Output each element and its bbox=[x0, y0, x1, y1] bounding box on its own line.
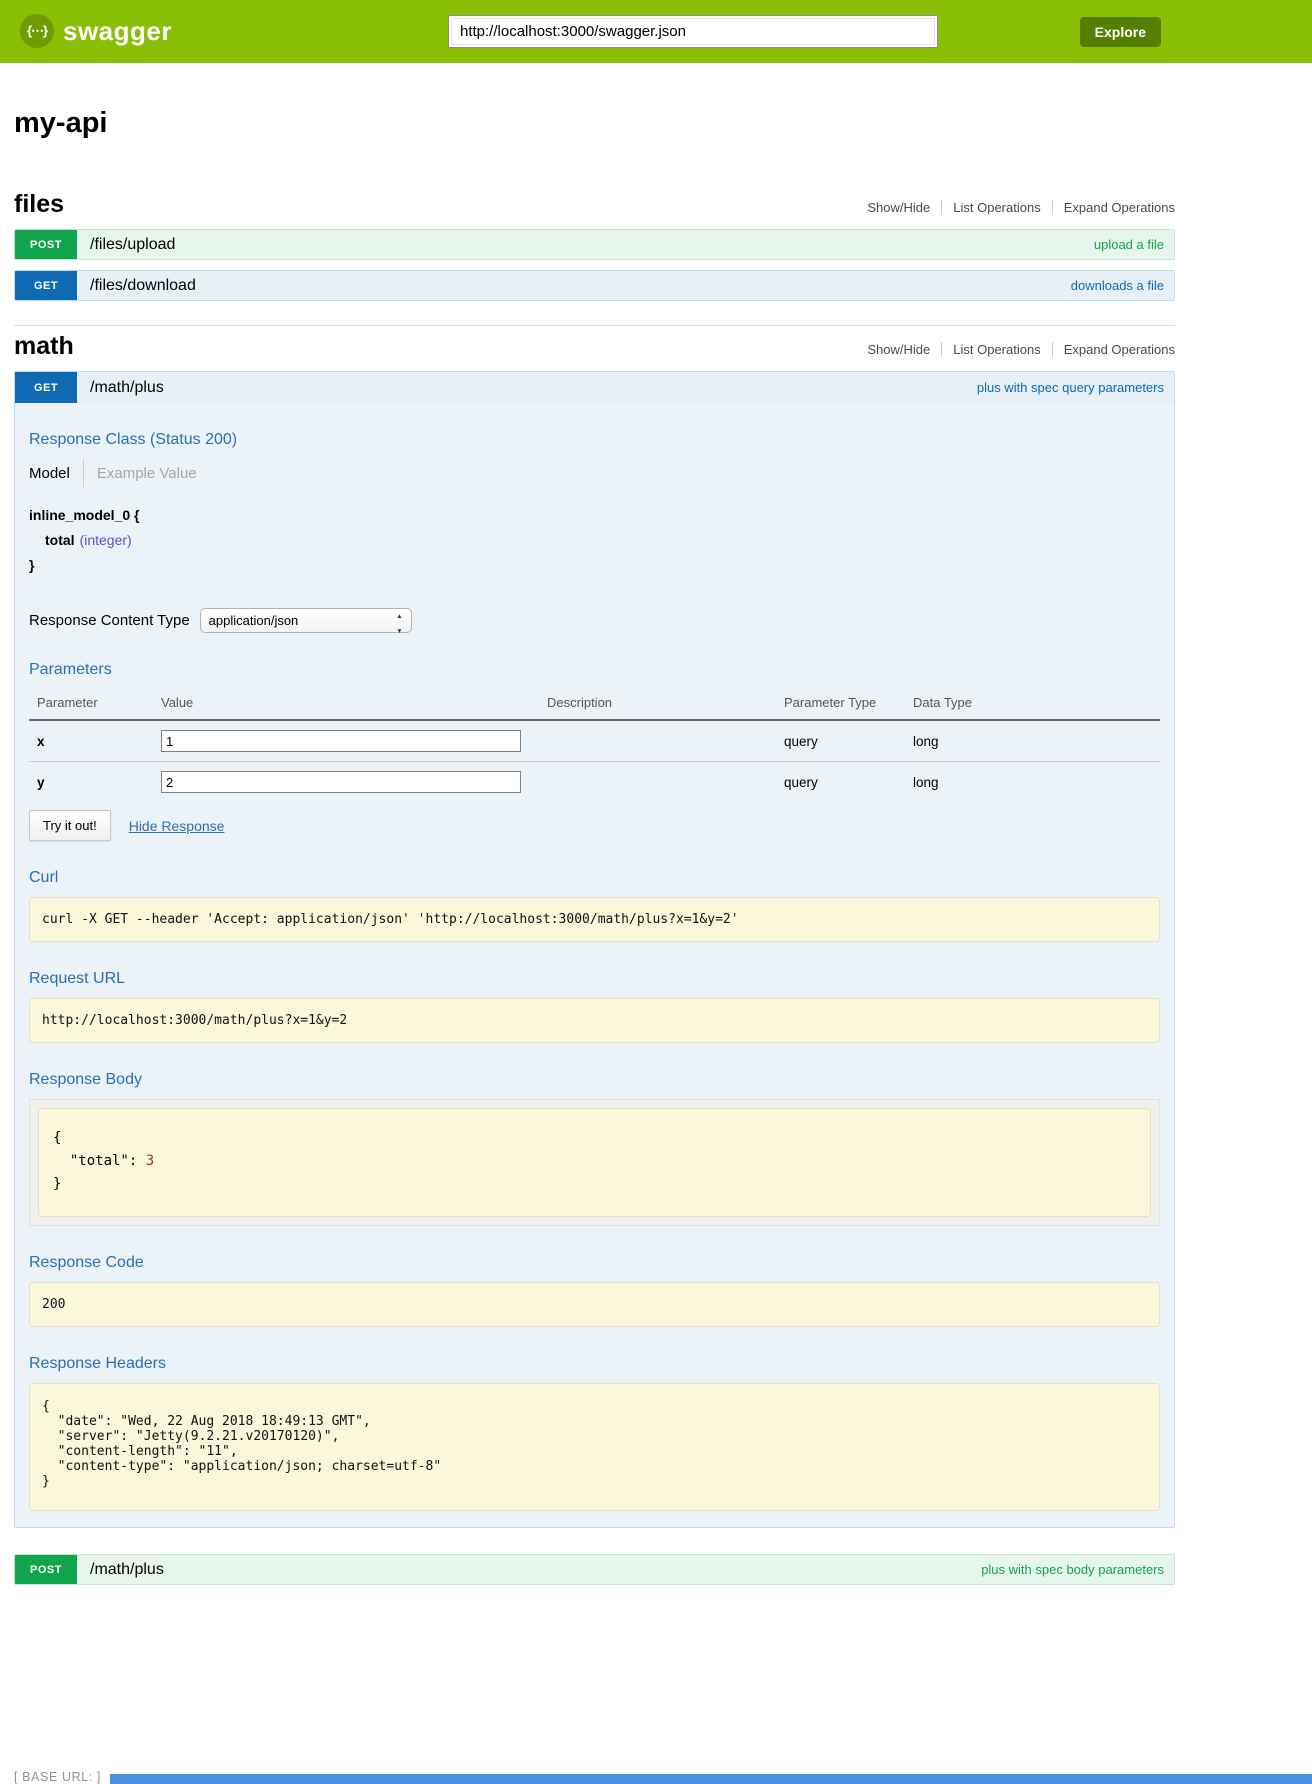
get-badge[interactable]: GET bbox=[15, 271, 77, 300]
op-files-download: GET /files/download downloads a file bbox=[14, 270, 1175, 301]
parameter-row-y: y query long bbox=[29, 762, 1160, 803]
json-line: "total": 3 bbox=[53, 1150, 1136, 1173]
param-x-data-type: long bbox=[913, 720, 1160, 762]
expand-operations-link[interactable]: Expand Operations bbox=[1052, 342, 1175, 357]
param-x-input[interactable] bbox=[161, 730, 521, 752]
col-parameter-type: Parameter Type bbox=[784, 689, 913, 720]
request-url-block: http://localhost:3000/math/plus?x=1&y=2 bbox=[29, 998, 1160, 1043]
parameters-header-row: Parameter Value Description Parameter Ty… bbox=[29, 689, 1160, 720]
show-hide-link[interactable]: Show/Hide bbox=[856, 200, 941, 215]
op-content: Response Class (Status 200) Model Exampl… bbox=[15, 403, 1174, 1527]
swagger-braces-icon bbox=[20, 14, 54, 48]
response-code-block: 200 bbox=[29, 1282, 1160, 1327]
request-url-heading: Request URL bbox=[29, 970, 1160, 988]
spec-url-input[interactable] bbox=[451, 18, 935, 45]
model-property: total (integer) bbox=[45, 528, 1160, 553]
select-arrows-icon bbox=[396, 606, 402, 636]
json-line: { bbox=[53, 1127, 1136, 1150]
param-y-input[interactable] bbox=[161, 771, 521, 793]
parameter-row-x: x query long bbox=[29, 720, 1160, 762]
spec-url-wrap bbox=[448, 15, 938, 48]
json-key: "total": bbox=[53, 1153, 146, 1169]
response-class-heading: Response Class (Status 200) bbox=[29, 431, 1160, 449]
bottom-scroll-strip bbox=[110, 1774, 1312, 1784]
op-path-math-plus-get[interactable]: /math/plus bbox=[90, 379, 164, 397]
section-math-title[interactable]: math bbox=[14, 332, 74, 361]
swagger-logo[interactable]: swagger bbox=[20, 14, 172, 48]
get-badge[interactable]: GET bbox=[15, 372, 77, 403]
col-value: Value bbox=[161, 689, 547, 720]
response-code-heading: Response Code bbox=[29, 1254, 1160, 1272]
list-operations-link[interactable]: List Operations bbox=[941, 200, 1051, 215]
selected-content-type: application/json bbox=[209, 613, 397, 628]
param-x-description bbox=[547, 720, 784, 762]
param-name-x: x bbox=[29, 720, 161, 762]
try-row: Try it out! Hide Response bbox=[29, 810, 1160, 841]
section-files-title[interactable]: files bbox=[14, 190, 64, 219]
op-math-plus-post: POST /math/plus plus with spec body para… bbox=[14, 1554, 1175, 1585]
response-headers-heading: Response Headers bbox=[29, 1355, 1160, 1373]
tab-example-value[interactable]: Example Value bbox=[97, 465, 197, 482]
model-tabs: Model Example Value bbox=[29, 459, 1160, 487]
section-divider bbox=[14, 301, 1175, 325]
content-wrap: my-api files Show/HideList OperationsExp… bbox=[14, 107, 1175, 1784]
post-badge[interactable]: POST bbox=[15, 230, 77, 259]
op-path-files-download[interactable]: /files/download bbox=[90, 277, 196, 295]
op-summary-files-download[interactable]: downloads a file bbox=[1071, 278, 1164, 293]
parameters-heading: Parameters bbox=[29, 661, 1160, 679]
param-x-type: query bbox=[784, 720, 913, 762]
explore-button[interactable]: Explore bbox=[1080, 17, 1161, 47]
show-hide-link[interactable]: Show/Hide bbox=[856, 342, 941, 357]
try-it-out-button[interactable]: Try it out! bbox=[29, 810, 111, 841]
parameters-table: Parameter Value Description Parameter Ty… bbox=[29, 689, 1160, 802]
section-files: files Show/HideList OperationsExpand Ope… bbox=[14, 190, 1175, 301]
section-files-head: files Show/HideList OperationsExpand Ope… bbox=[14, 190, 1175, 219]
op-path-math-plus-post[interactable]: /math/plus bbox=[90, 1561, 164, 1579]
top-bar: swagger Explore bbox=[0, 0, 1312, 63]
section-math-controls: Show/HideList OperationsExpand Operation… bbox=[856, 342, 1175, 361]
op-summary-files-upload[interactable]: upload a file bbox=[1094, 237, 1164, 252]
op-summary-math-plus-post[interactable]: plus with spec body parameters bbox=[981, 1562, 1164, 1577]
response-content-type-label: Response Content Type bbox=[29, 612, 190, 629]
list-operations-link[interactable]: List Operations bbox=[941, 342, 1051, 357]
col-description: Description bbox=[547, 689, 784, 720]
model-property-name: total bbox=[45, 532, 75, 548]
page-title: my-api bbox=[14, 107, 1175, 140]
json-line: } bbox=[53, 1173, 1136, 1196]
post-badge[interactable]: POST bbox=[15, 1555, 77, 1584]
response-content-type-select[interactable]: application/json bbox=[200, 608, 412, 633]
section-math-head: math Show/HideList OperationsExpand Oper… bbox=[14, 332, 1175, 361]
model-property-type: (integer) bbox=[80, 532, 132, 548]
json-value: 3 bbox=[146, 1153, 154, 1169]
expand-operations-link[interactable]: Expand Operations bbox=[1052, 200, 1175, 215]
param-name-y: y bbox=[29, 762, 161, 803]
op-path-files-upload[interactable]: /files/upload bbox=[90, 236, 175, 254]
op-summary-math-plus-get[interactable]: plus with spec query parameters bbox=[977, 380, 1164, 395]
param-y-type: query bbox=[784, 762, 913, 803]
response-body-heading: Response Body bbox=[29, 1071, 1160, 1089]
op-math-plus-get: GET /math/plus plus with spec query para… bbox=[15, 372, 1174, 403]
col-parameter: Parameter bbox=[29, 689, 161, 720]
response-headers-block: { "date": "Wed, 22 Aug 2018 18:49:13 GMT… bbox=[29, 1383, 1160, 1511]
response-content-type-row: Response Content Type application/json bbox=[29, 608, 1160, 633]
brand-name: swagger bbox=[63, 16, 172, 47]
op-math-plus-get-panel: GET /math/plus plus with spec query para… bbox=[14, 371, 1175, 1528]
model-close: } bbox=[29, 553, 1160, 578]
model-open: inline_model_0 { bbox=[29, 503, 1160, 528]
curl-heading: Curl bbox=[29, 869, 1160, 887]
curl-command-block: curl -X GET --header 'Accept: applicatio… bbox=[29, 897, 1160, 942]
section-files-controls: Show/HideList OperationsExpand Operation… bbox=[856, 200, 1175, 219]
op-files-upload: POST /files/upload upload a file bbox=[14, 229, 1175, 260]
section-math: math Show/HideList OperationsExpand Oper… bbox=[14, 325, 1175, 1585]
response-body-container: { "total": 3} bbox=[29, 1099, 1160, 1226]
model-signature: inline_model_0 { total (integer) } bbox=[29, 503, 1160, 578]
tab-model[interactable]: Model bbox=[29, 465, 70, 482]
param-y-data-type: long bbox=[913, 762, 1160, 803]
response-body-json: { "total": 3} bbox=[38, 1108, 1151, 1217]
hide-response-link[interactable]: Hide Response bbox=[129, 818, 225, 834]
tab-separator bbox=[83, 459, 84, 487]
param-y-description bbox=[547, 762, 784, 803]
col-data-type: Data Type bbox=[913, 689, 1160, 720]
